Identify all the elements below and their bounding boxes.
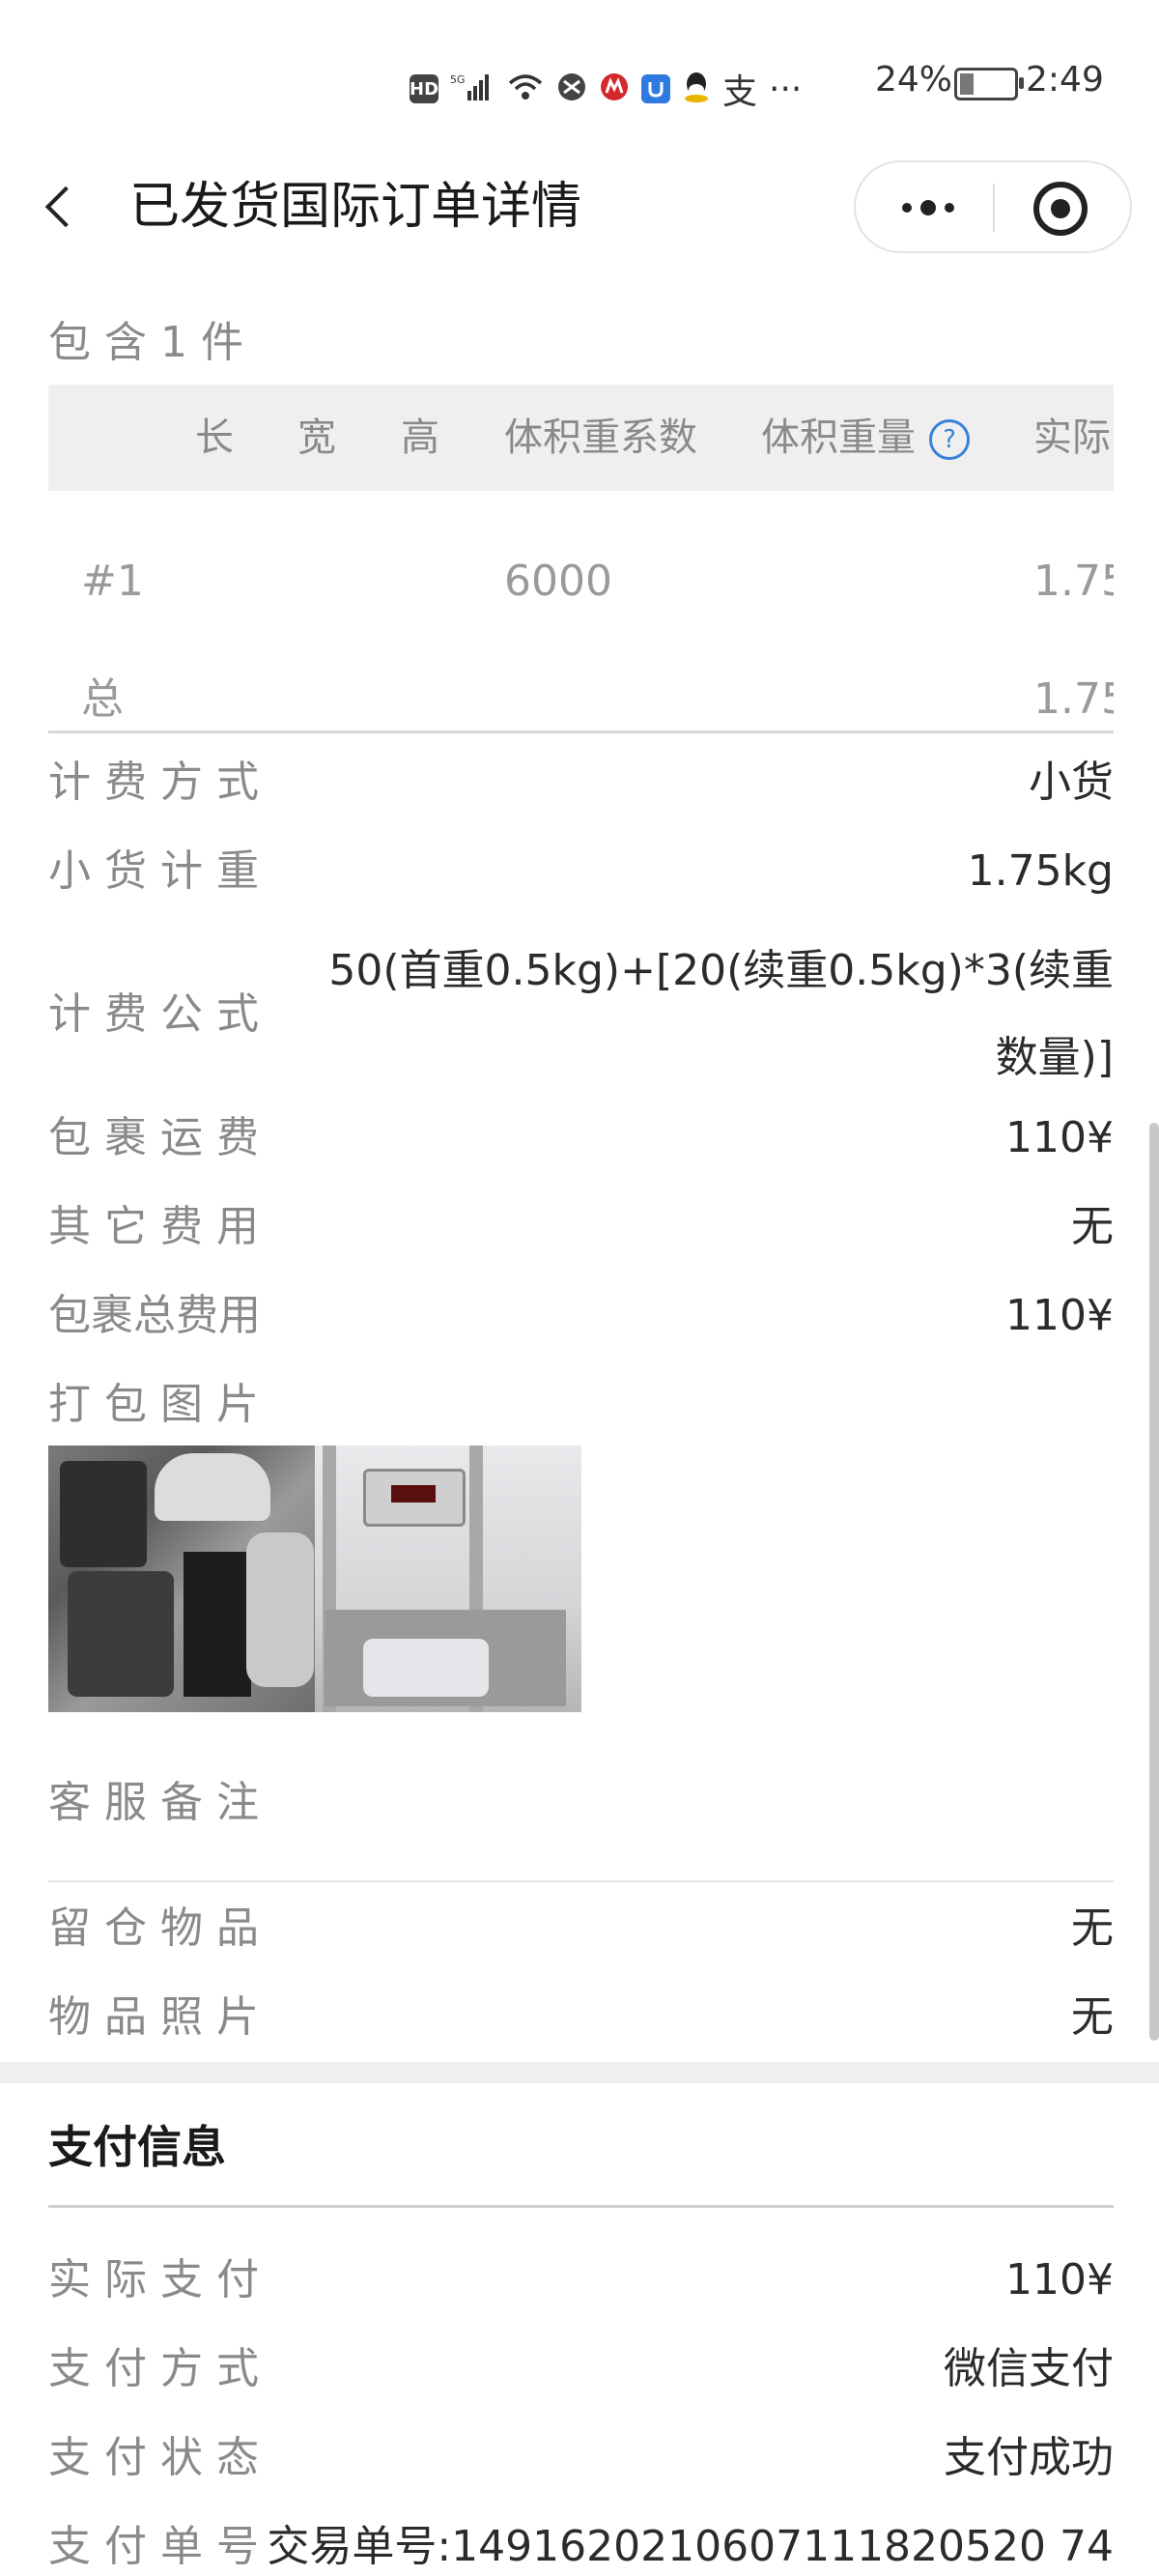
detail-value: 110¥ xyxy=(1005,1291,1114,1340)
table-total-label: 总 xyxy=(81,674,124,724)
scrollbar[interactable] xyxy=(1149,1123,1159,2041)
detail-label: 计费公式 xyxy=(48,989,272,1039)
header-width: 宽 xyxy=(297,415,336,460)
detail-label: 打包图片 xyxy=(48,1380,272,1429)
table-header: 长 宽 高 体积重系数 体积重量? 实际 xyxy=(48,385,1114,491)
detail-label: 其它费用 xyxy=(48,1202,272,1251)
detail-label: 包裹总费用 xyxy=(48,1291,261,1340)
package-count: 包含1件 xyxy=(48,318,257,367)
table-row-coef: 6000 xyxy=(504,557,612,606)
battery-icon xyxy=(954,68,1024,100)
close-miniprogram-button[interactable] xyxy=(1033,182,1088,236)
payment-section-title: 支付信息 xyxy=(48,2121,226,2173)
header-height: 高 xyxy=(401,415,439,460)
svg-text:5G: 5G xyxy=(450,73,466,86)
detail-label: 客服备注 xyxy=(48,1778,272,1827)
detail-label: 支付单号 xyxy=(48,2522,272,2571)
header-volume-weight-label: 体积重量 xyxy=(761,415,916,460)
5g-signal-icon: 5G xyxy=(450,72,495,106)
detail-label: 支付方式 xyxy=(48,2344,272,2393)
detail-value: 无 xyxy=(1071,1903,1114,1953)
header-volume-coef: 体积重系数 xyxy=(504,415,697,460)
clock: 2:49 xyxy=(1026,60,1104,100)
dot-icon xyxy=(945,203,954,213)
detail-label: 物品照片 xyxy=(48,1992,272,2042)
wifi-icon xyxy=(506,72,545,106)
detail-label: 包裹运费 xyxy=(48,1113,272,1162)
detail-value: 微信支付 xyxy=(944,2344,1114,2393)
dot-icon xyxy=(902,203,912,213)
detail-value: 110¥ xyxy=(1005,2255,1114,2304)
detail-label: 计费方式 xyxy=(48,758,272,807)
table-total-actual: 1.75 xyxy=(1033,674,1114,724)
battery-percent: 24% xyxy=(875,60,953,100)
header-actual: 实际 xyxy=(1033,415,1111,460)
status-icons: HD 5G 支 ··· xyxy=(410,64,802,114)
detail-value: 交易单号:1491620210607111820520 74 xyxy=(267,2522,1114,2571)
detail-label: 小货计重 xyxy=(48,846,272,896)
page-title: 已发货国际订单详情 xyxy=(129,178,582,236)
detail-label: 实际支付 xyxy=(48,2255,272,2304)
detail-value: 110¥ xyxy=(1005,1113,1114,1162)
table-row-actual: 1.75 xyxy=(1033,557,1114,606)
app-icon xyxy=(556,72,587,106)
header-volume-weight: 体积重量? xyxy=(761,385,970,491)
packing-photo-items[interactable] xyxy=(48,1445,315,1712)
shield-app-icon xyxy=(641,74,670,103)
header-length: 长 xyxy=(195,415,234,460)
divider xyxy=(48,1880,1114,1882)
more-button[interactable] xyxy=(885,178,972,238)
more-dots-icon: ··· xyxy=(769,69,803,109)
table-row-id: #1 xyxy=(81,557,144,606)
detail-value: 无 xyxy=(1071,1202,1114,1251)
dot-icon xyxy=(920,200,936,215)
metro-icon xyxy=(599,72,630,106)
status-bar: HD 5G 支 ··· 24% 2:49 xyxy=(0,0,1159,155)
miniprogram-capsule xyxy=(854,160,1132,253)
detail-label: 留仓物品 xyxy=(48,1903,272,1953)
capsule-divider xyxy=(993,184,995,232)
payment-divider xyxy=(48,2205,1114,2208)
packing-photos xyxy=(48,1445,581,1712)
nav-bar: 已发货国际订单详情 xyxy=(0,155,1159,259)
packing-photo-scale[interactable] xyxy=(315,1445,581,1712)
detail-formula: 计费公式 50(首重0.5kg)+[20(续重0.5kg)*3(续重数量)] xyxy=(48,928,1114,1102)
detail-label: 支付状态 xyxy=(48,2433,272,2482)
detail-value: 支付成功 xyxy=(944,2433,1114,2482)
help-icon[interactable]: ? xyxy=(929,419,970,460)
hd-icon: HD xyxy=(410,74,438,103)
chevron-left-icon xyxy=(44,186,87,228)
detail-value: 1.75kg xyxy=(967,846,1114,896)
detail-value: 无 xyxy=(1071,1992,1114,2042)
alipay-icon: 支 xyxy=(722,72,758,112)
dimensions-table[interactable]: 长 宽 高 体积重系数 体积重量? 实际 #1 6000 1.75 总 1.75 xyxy=(48,385,1114,732)
detail-value: 50(首重0.5kg)+[20(续重0.5kg)*3(续重数量)] xyxy=(328,946,1114,1082)
table-divider xyxy=(48,730,1114,733)
back-button[interactable] xyxy=(42,176,89,238)
section-gap xyxy=(0,2062,1159,2083)
detail-value: 小货 xyxy=(1029,758,1114,807)
qq-icon xyxy=(682,71,711,107)
